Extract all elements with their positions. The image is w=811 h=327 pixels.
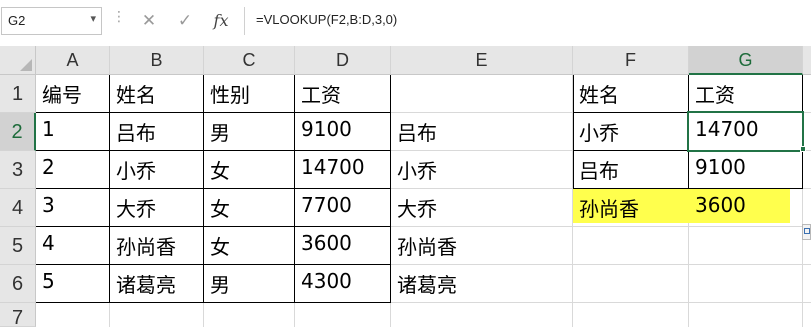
cell-b4[interactable]: 大乔 (110, 193, 156, 222)
cell-b3[interactable]: 小乔 (110, 155, 156, 184)
cell-b1[interactable]: 姓名 (110, 79, 156, 108)
cell-f4[interactable]: 孙尚香 (573, 193, 639, 222)
cell-b6[interactable]: 诸葛亮 (110, 269, 176, 298)
cell-a5[interactable]: 4 (36, 231, 55, 255)
cell-e4[interactable]: 大乔 (391, 193, 437, 222)
cell-c1[interactable]: 性别 (204, 79, 250, 108)
cell-g4[interactable]: 3600 (689, 193, 746, 217)
column-header-h[interactable] (803, 46, 811, 75)
cell-d4[interactable]: 7700 (295, 193, 352, 217)
column-header-f[interactable]: F (573, 46, 689, 75)
table-border (36, 264, 391, 265)
table-border (36, 112, 391, 113)
fill-handle[interactable] (800, 146, 806, 152)
formula-input[interactable]: =VLOOKUP(F2,B:D,3,0) (245, 7, 811, 35)
cell-d5[interactable]: 3600 (295, 231, 352, 255)
row-header-7[interactable]: 7 (0, 303, 36, 327)
column-header-g[interactable]: G (689, 46, 803, 75)
cancel-icon[interactable]: ✕ (136, 9, 162, 35)
row-header-1[interactable]: 1 (0, 75, 36, 113)
cell-c3[interactable]: 女 (204, 155, 230, 184)
chevron-down-icon[interactable]: ▾ (90, 12, 96, 25)
table-border (36, 150, 391, 151)
column-header-a[interactable]: A (36, 46, 110, 75)
select-all-button[interactable] (0, 46, 36, 75)
cell-b5[interactable]: 孙尚香 (110, 231, 176, 260)
active-cell-selection[interactable] (687, 111, 804, 152)
table-border (36, 226, 391, 227)
column-header-e[interactable]: E (391, 46, 573, 75)
cell-a4[interactable]: 3 (36, 193, 55, 217)
table-border (36, 302, 391, 303)
cell-a6[interactable]: 5 (36, 269, 55, 293)
cell-e5[interactable]: 孙尚香 (391, 231, 457, 260)
quick-analysis-icon[interactable] (802, 224, 811, 240)
cell-e3[interactable]: 小乔 (391, 155, 437, 184)
row-header-3[interactable]: 3 (0, 151, 36, 189)
select-all-triangle-icon (20, 59, 32, 71)
cell-c6[interactable]: 男 (204, 269, 230, 298)
row-header-6[interactable]: 6 (0, 265, 36, 303)
cell-f2[interactable]: 小乔 (573, 117, 619, 146)
cell-a1[interactable]: 编号 (36, 79, 82, 108)
table-border (36, 188, 391, 189)
column-header-c[interactable]: C (204, 46, 295, 75)
more-options-icon[interactable]: ⋮ (112, 10, 126, 24)
cell-g1[interactable]: 工资 (689, 79, 735, 108)
cell-c5[interactable]: 女 (204, 231, 230, 260)
formula-text: =VLOOKUP(F2,B:D,3,0) (256, 12, 398, 27)
cell-d6[interactable]: 4300 (295, 269, 352, 293)
cell-d2[interactable]: 9100 (295, 117, 352, 141)
cell-d1[interactable]: 工资 (295, 79, 341, 108)
row-header-5[interactable]: 5 (0, 227, 36, 265)
cell-c4[interactable]: 女 (204, 193, 230, 222)
row-header-2[interactable]: 2 (0, 113, 36, 151)
cell-a3[interactable]: 2 (36, 155, 55, 179)
spreadsheet-grid[interactable]: A B C D E F G 1 2 3 4 5 6 7 编号 姓名 性别 工资 … (0, 46, 811, 327)
formula-bar: G2 ▾ ⋮ ✕ ✓ fx =VLOOKUP(F2,B:D,3,0) (0, 0, 811, 46)
name-box-value: G2 (8, 13, 26, 28)
cell-e6[interactable]: 诸葛亮 (391, 269, 457, 298)
cell-b2[interactable]: 吕布 (110, 117, 156, 146)
cell-a2[interactable]: 1 (36, 117, 55, 141)
cell-e2[interactable]: 吕布 (391, 117, 437, 146)
cell-c2[interactable]: 男 (204, 117, 230, 146)
enter-icon[interactable]: ✓ (172, 9, 198, 35)
column-header-d[interactable]: D (295, 46, 391, 75)
column-header-b[interactable]: B (110, 46, 204, 75)
cell-f1[interactable]: 姓名 (573, 79, 619, 108)
name-box[interactable]: G2 ▾ (1, 7, 102, 35)
cell-d3[interactable]: 14700 (295, 155, 365, 179)
cell-g3[interactable]: 9100 (689, 155, 746, 179)
row-header-4[interactable]: 4 (0, 189, 36, 227)
cell-f3[interactable]: 吕布 (573, 155, 619, 184)
quick-analysis-glyph-icon (804, 228, 810, 234)
insert-function-button[interactable]: fx (208, 9, 234, 35)
